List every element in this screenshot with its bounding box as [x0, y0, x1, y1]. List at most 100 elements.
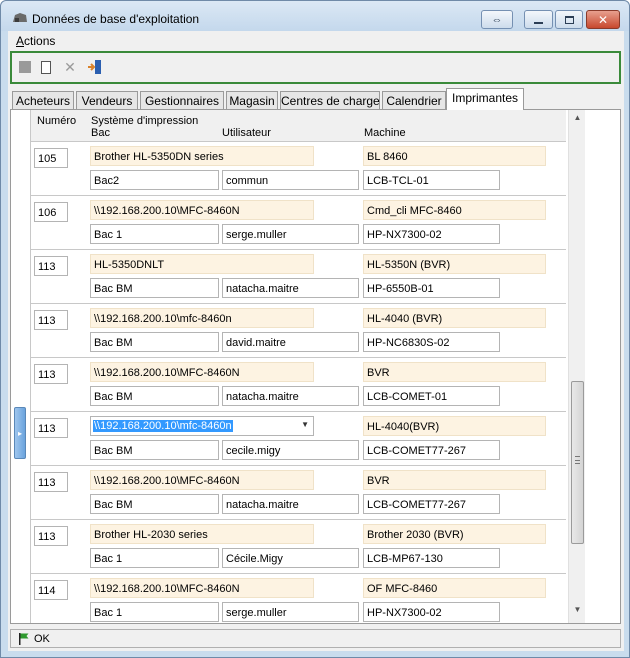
table-row[interactable]: 106 \\192.168.200.10\MFC-8460N Cmd_cli M… [31, 196, 566, 250]
menu-bar: Actions [8, 31, 624, 49]
bac-field[interactable]: Bac BM [90, 494, 219, 514]
bac-field[interactable]: Bac 1 [90, 548, 219, 568]
systeme-combobox-value: \\192.168.200.10\mfc-8460n [93, 420, 233, 432]
systeme-field[interactable]: Brother HL-5350DN series [90, 146, 314, 166]
machine-field[interactable]: BVR [363, 470, 546, 490]
numero-field[interactable]: 114 [34, 580, 68, 600]
machine-field[interactable]: HL-4040 (BVR) [363, 308, 546, 328]
systeme-field[interactable]: \\192.168.200.10\MFC-8460N [90, 578, 314, 598]
client-area: Actions ✕ Acheteurs Vendeurs Gestionnair… [8, 31, 624, 651]
numero-field[interactable]: 113 [34, 310, 68, 330]
utilisateur-field[interactable]: serge.muller [222, 224, 359, 244]
tab-centres-de-charge[interactable]: Centres de charge [280, 91, 380, 109]
table-row[interactable]: 113 Brother HL-2030 series Brother 2030 … [31, 520, 566, 574]
scroll-down-icon[interactable]: ▼ [571, 605, 584, 619]
utilisateur-field[interactable]: serge.muller [222, 602, 359, 622]
row-selector[interactable]: ▸ [14, 407, 26, 459]
host-field[interactable]: HP-NX7300-02 [363, 224, 500, 244]
host-field[interactable]: HP-6550B-01 [363, 278, 500, 298]
host-field[interactable]: LCB-COMET77-267 [363, 440, 500, 460]
header-machine: Machine [364, 127, 406, 139]
machine-field[interactable]: BL 8460 [363, 146, 546, 166]
utilisateur-field[interactable]: cecile.migy [222, 440, 359, 460]
menu-actions[interactable]: Actions [16, 34, 55, 48]
table-row[interactable]: 113 \\192.168.200.10\MFC-8460N BVR Bac B… [31, 358, 566, 412]
numero-field[interactable]: 113 [34, 418, 68, 438]
table-row[interactable]: 105 Brother HL-5350DN series BL 8460 Bac… [31, 142, 566, 196]
numero-field[interactable]: 105 [34, 148, 68, 168]
numero-field[interactable]: 113 [34, 364, 68, 384]
utilisateur-field[interactable]: natacha.maitre [222, 278, 359, 298]
left-right-arrows-icon: ⇔ [491, 13, 503, 26]
systeme-field[interactable]: Brother HL-2030 series [90, 524, 314, 544]
tab-magasin[interactable]: Magasin [226, 91, 278, 109]
bac-field[interactable]: Bac 1 [90, 224, 219, 244]
grip-icon [575, 456, 580, 464]
systeme-field[interactable]: \\192.168.200.10\MFC-8460N [90, 362, 314, 382]
exit-button[interactable] [87, 59, 103, 75]
delete-icon: ✕ [64, 58, 76, 75]
menu-actions-mnemonic: A [16, 34, 25, 48]
machine-field[interactable]: HL-4040(BVR) [363, 416, 546, 436]
scroll-up-icon[interactable]: ▲ [571, 113, 584, 127]
dropdown-arrow-icon[interactable]: ▼ [301, 420, 309, 429]
table-row-selected[interactable]: 113 \\192.168.200.10\mfc-8460n ▼ HL-4040… [31, 412, 566, 466]
systeme-field[interactable]: \\192.168.200.10\MFC-8460N [90, 200, 314, 220]
host-field[interactable]: LCB-MP67-130 [363, 548, 500, 568]
host-field[interactable]: LCB-TCL-01 [363, 170, 500, 190]
header-bac: Bac [91, 127, 110, 139]
app-icon [13, 13, 27, 22]
machine-field[interactable]: BVR [363, 362, 546, 382]
bac-field[interactable]: Bac BM [90, 278, 219, 298]
table-row[interactable]: 113 \\192.168.200.10\MFC-8460N BVR Bac B… [31, 466, 566, 520]
host-field[interactable]: HP-NX7300-02 [363, 602, 500, 622]
bac-field[interactable]: Bac BM [90, 332, 219, 352]
systeme-combobox[interactable]: \\192.168.200.10\mfc-8460n ▼ [90, 416, 314, 436]
delete-button[interactable]: ✕ [62, 59, 78, 75]
systeme-field[interactable]: \\192.168.200.10\mfc-8460n [90, 308, 314, 328]
machine-field[interactable]: Cmd_cli MFC-8460 [363, 200, 546, 220]
minimize-button[interactable] [524, 10, 553, 29]
numero-field[interactable]: 113 [34, 256, 68, 276]
utilisateur-field[interactable]: david.maitre [222, 332, 359, 352]
utilisateur-field[interactable]: natacha.maitre [222, 494, 359, 514]
tab-vendeurs[interactable]: Vendeurs [76, 91, 138, 109]
host-field[interactable]: HP-NC6830S-02 [363, 332, 500, 352]
systeme-field[interactable]: \\192.168.200.10\MFC-8460N [90, 470, 314, 490]
exit-door-icon [88, 60, 101, 74]
grid-header: Numéro Système d'impression Bac Utilisat… [31, 110, 566, 142]
machine-field[interactable]: Brother 2030 (BVR) [363, 524, 546, 544]
bac-field[interactable]: Bac BM [90, 386, 219, 406]
numero-field[interactable]: 113 [34, 526, 68, 546]
host-field[interactable]: LCB-COMET77-267 [363, 494, 500, 514]
stop-button[interactable] [17, 59, 33, 75]
vertical-scrollbar[interactable]: ▲ ▼ [568, 110, 585, 623]
bac-field[interactable]: Bac2 [90, 170, 219, 190]
tab-acheteurs[interactable]: Acheteurs [12, 91, 74, 109]
systeme-field[interactable]: HL-5350DNLT [90, 254, 314, 274]
table-row[interactable]: 114 \\192.168.200.10\MFC-8460N OF MFC-84… [31, 574, 566, 623]
maximize-button[interactable] [555, 10, 583, 29]
utilisateur-field[interactable]: Cécile.Migy [222, 548, 359, 568]
header-numero: Numéro [37, 115, 77, 127]
tab-gestionnaires[interactable]: Gestionnaires [140, 91, 224, 109]
numero-field[interactable]: 113 [34, 472, 68, 492]
machine-field[interactable]: HL-5350N (BVR) [363, 254, 546, 274]
scroll-thumb[interactable] [571, 381, 584, 544]
new-button[interactable] [38, 59, 54, 75]
machine-field[interactable]: OF MFC-8460 [363, 578, 546, 598]
tab-imprimantes[interactable]: Imprimantes [446, 88, 524, 110]
bac-field[interactable]: Bac BM [90, 440, 219, 460]
resize-arrows-button[interactable]: ⇔ [481, 10, 513, 29]
utilisateur-field[interactable]: commun [222, 170, 359, 190]
table-row[interactable]: 113 \\192.168.200.10\mfc-8460n HL-4040 (… [31, 304, 566, 358]
title-bar[interactable]: Données de base d'exploitation ⇔ ✕ [1, 1, 629, 31]
status-bar: OK [10, 629, 621, 648]
host-field[interactable]: LCB-COMET-01 [363, 386, 500, 406]
utilisateur-field[interactable]: natacha.maitre [222, 386, 359, 406]
table-row[interactable]: 113 HL-5350DNLT HL-5350N (BVR) Bac BM na… [31, 250, 566, 304]
bac-field[interactable]: Bac 1 [90, 602, 219, 622]
tab-calendrier[interactable]: Calendrier [382, 91, 446, 109]
numero-field[interactable]: 106 [34, 202, 68, 222]
close-button[interactable]: ✕ [586, 10, 620, 29]
